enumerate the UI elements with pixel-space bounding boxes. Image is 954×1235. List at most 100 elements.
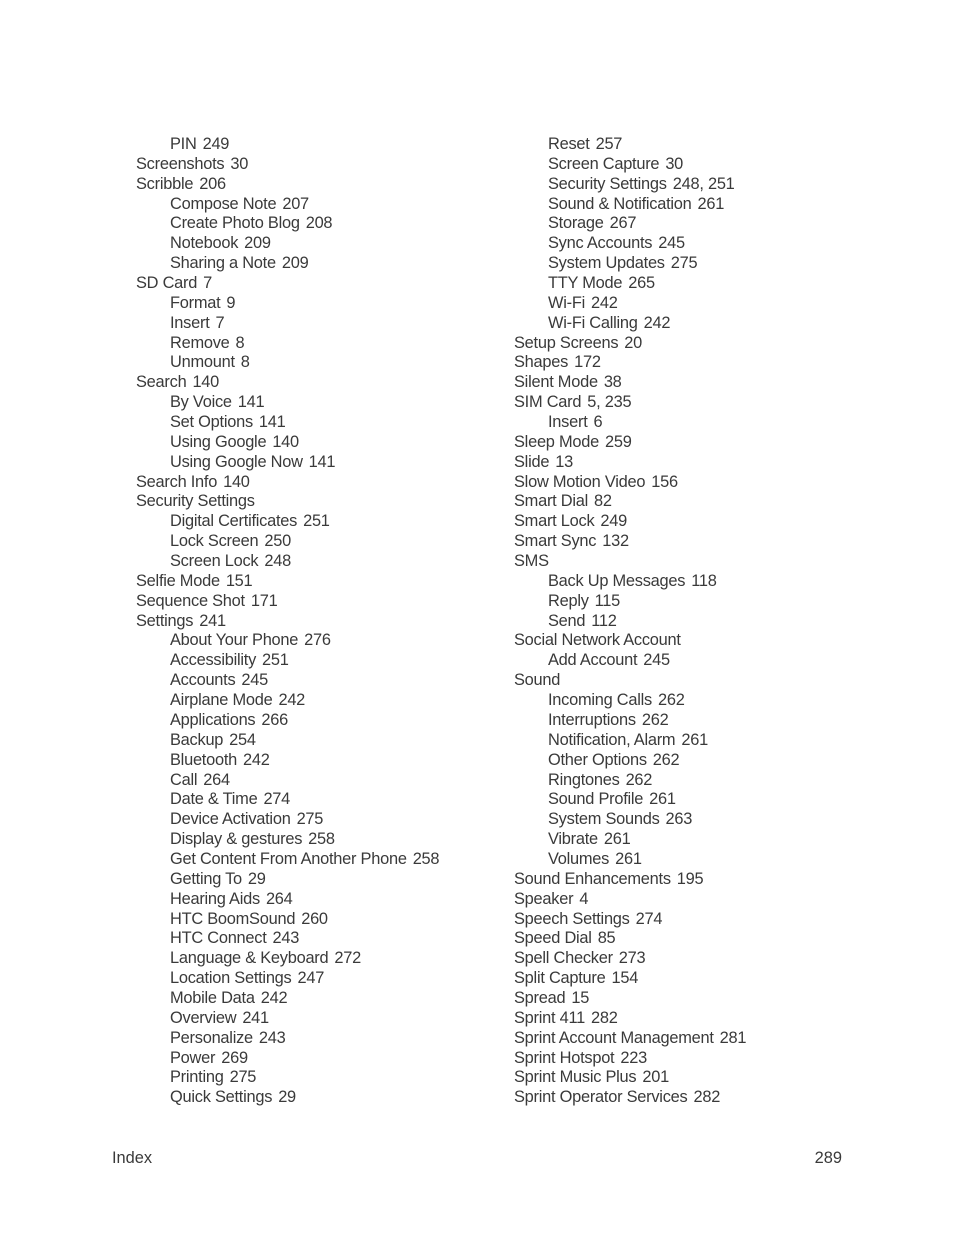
index-page-ref: 156 (651, 472, 678, 491)
index-subentry: Mobile Data 242 (136, 989, 439, 1009)
index-subentry: Location Settings 247 (136, 969, 439, 989)
index-page-ref: 132 (602, 532, 629, 551)
index-subentry: Printing 275 (136, 1068, 439, 1088)
index-term: Sprint 411 (514, 1008, 586, 1027)
index-term: Digital Certificates (170, 512, 298, 531)
index-term: Back Up Messages (548, 571, 686, 590)
index-page-ref: 249 (202, 135, 230, 153)
index-subentry: System Sounds 263 (514, 810, 746, 830)
index-page-ref: 115 (594, 591, 621, 610)
index-term: HTC BoomSound (170, 909, 296, 928)
index-subentry: Sound Profile 261 (514, 790, 746, 810)
index-term: Sequence Shot (136, 591, 245, 610)
index-term: Create Photo Blog (170, 214, 300, 233)
index-entry: Sprint 411 282 (514, 1009, 746, 1029)
index-subentry: Send 112 (514, 612, 746, 632)
index-entry: Speech Settings 274 (514, 910, 746, 930)
index-page-ref: 257 (595, 135, 623, 153)
index-term: Screen Lock (170, 552, 259, 571)
index-entry: Settings 241 (136, 612, 439, 632)
index-subentry: Create Photo Blog 208 (136, 214, 439, 234)
index-term: Power (170, 1048, 216, 1067)
index-subentry: Lock Screen 250 (136, 532, 439, 552)
index-term: SIM Card (514, 393, 582, 412)
index-term: HTC Connect (170, 929, 267, 948)
index-subentry: Personalize 243 (136, 1029, 439, 1049)
index-term: Mobile Data (170, 988, 255, 1007)
index-page-ref: 276 (304, 631, 331, 650)
index-term: SMS (514, 552, 549, 571)
index-column-right: Reset 257 Screen Capture 30 Security Setting… (514, 135, 747, 1108)
index-page-ref: 275 (229, 1068, 257, 1087)
index-entry: Selfie Mode 151 (136, 572, 439, 592)
index-page-ref: 5, 235 (587, 393, 632, 412)
index-term: Security Settings (136, 492, 255, 511)
index-entry: Sprint Hotspot 223 (514, 1049, 746, 1069)
index-entry: Sprint Music Plus 201 (514, 1068, 746, 1088)
index-page-ref: 251 (262, 651, 289, 670)
index-subentry: Volumes 261 (514, 850, 746, 870)
index-page-ref: 195 (676, 869, 704, 888)
index-page-ref: 112 (591, 611, 617, 630)
index-entry: Sound (514, 671, 746, 691)
index-term: Screenshots (136, 154, 225, 173)
index-page-ref: 118 (691, 571, 717, 590)
index-term: Scribble (136, 174, 194, 193)
index-term: Speaker (514, 889, 574, 908)
index-term: Quick Settings (170, 1088, 273, 1107)
index-page-ref: 29 (278, 1088, 296, 1107)
index-term: Notification, Alarm (548, 730, 676, 749)
index-page-ref: 7 (203, 274, 212, 293)
index-term: Sound Enhancements (514, 869, 671, 888)
index-page-ref: 242 (260, 988, 288, 1007)
index-page-ref: 209 (244, 234, 271, 253)
index-page-ref: 9 (226, 293, 236, 312)
index-page-ref: 248, 251 (672, 174, 735, 193)
index-term: Format (170, 293, 221, 312)
index-term: Slow Motion Video (514, 472, 646, 491)
index-term: System Updates (548, 254, 665, 273)
index-subentry: Power 269 (136, 1049, 439, 1069)
index-page-ref: 30 (665, 154, 684, 173)
index-page-ref: 242 (643, 313, 671, 332)
index-subentry: Insert 6 (514, 413, 746, 433)
index-term: Backup (170, 730, 224, 749)
index-page-ref: 242 (278, 691, 306, 710)
index-page-ref: 261 (603, 830, 631, 849)
index-term: Sprint Account Management (514, 1028, 714, 1047)
index-subentry: Vibrate 261 (514, 830, 746, 850)
index-term: Spread (514, 988, 566, 1007)
index-subentry: Add Account 245 (514, 651, 746, 671)
index-entry: Sound Enhancements 195 (514, 870, 746, 890)
index-page-ref: 261 (615, 849, 642, 868)
index-term: Sync Accounts (548, 234, 653, 253)
index-term: Insert (170, 313, 210, 332)
index-term: Notebook (170, 234, 239, 253)
index-subentry: Sound & Notification 261 (514, 195, 746, 215)
index-term: Sleep Mode (514, 432, 599, 451)
index-subentry: Digital Certificates 251 (136, 512, 439, 532)
index-page-ref: 261 (697, 194, 725, 213)
index-page-ref: 6 (593, 413, 603, 432)
index-subentry: Hearing Aids 264 (136, 890, 439, 910)
index-page-ref: 8 (235, 333, 245, 352)
index-term: Smart Lock (514, 512, 595, 531)
index-term: Vibrate (548, 830, 598, 849)
index-term: Set Options (170, 413, 253, 432)
index-page-ref: 243 (272, 929, 300, 948)
index-subentry: Interruptions 262 (514, 711, 746, 731)
index-subentry: Display & gestures 258 (136, 830, 439, 850)
index-column-left: PIN 249 Screenshots 30 Scribble 206 Compose No… (136, 135, 440, 1108)
index-subentry: Airplane Mode 242 (136, 691, 439, 711)
index-page-ref: 258 (412, 849, 440, 868)
index-term: Sound (514, 671, 561, 690)
index-term: Setup Screens (514, 333, 619, 352)
index-term: Incoming Calls (548, 691, 652, 710)
index-subentry: Accessibility 251 (136, 651, 439, 671)
index-term: Add Account (548, 651, 638, 670)
index-term: Ringtones (548, 770, 620, 789)
index-subentry: Back Up Messages 118 (514, 572, 746, 592)
index-term: Overview (170, 1008, 237, 1027)
index-entry: Shapes 172 (514, 353, 746, 373)
index-subentry: Device Activation 275 (136, 810, 439, 830)
